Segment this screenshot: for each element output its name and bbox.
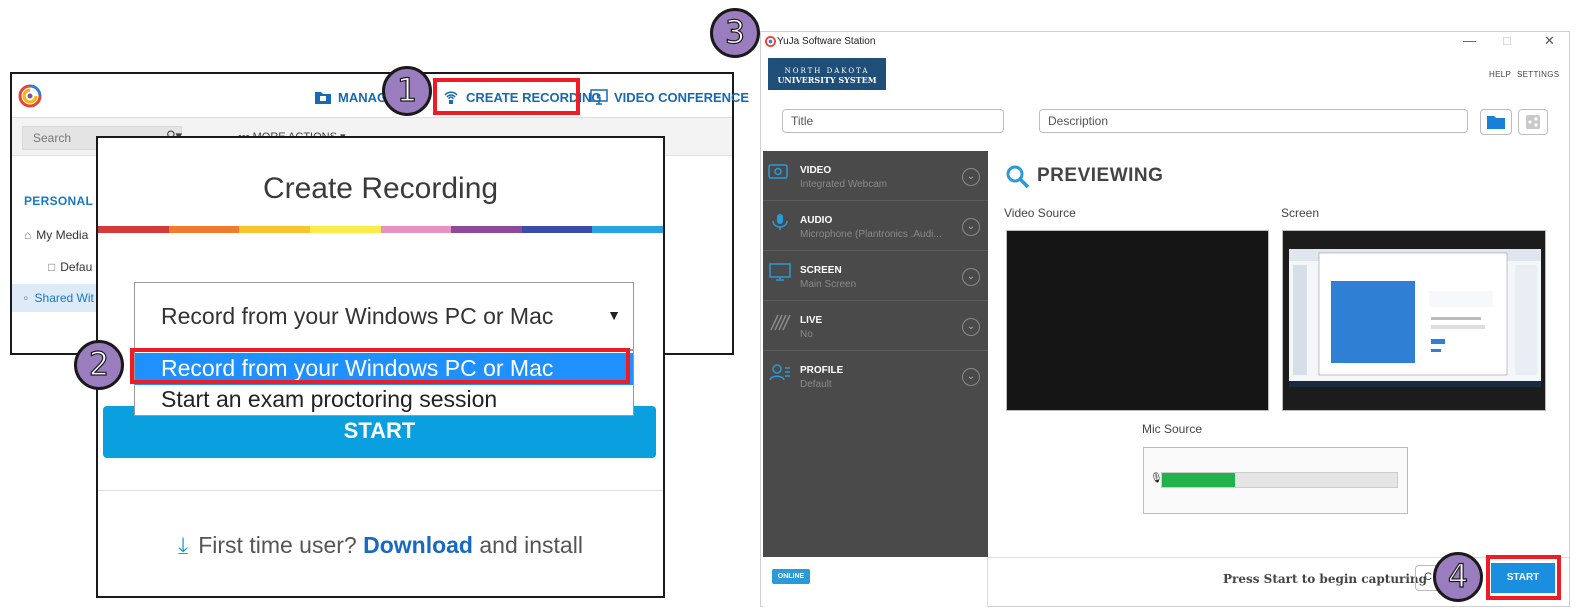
highlight-record-option [130,348,630,384]
sidebar-item-shared[interactable]: ∘ Shared Wit [12,284,102,312]
share-button[interactable] [1518,109,1548,135]
sidebar-item-label: Shared Wit [34,291,94,305]
chevron-down-icon[interactable]: ⌄ [962,218,980,236]
folder-button[interactable] [1480,109,1512,135]
nav-video-conference-label: VIDEO CONFERENCE [614,89,750,105]
video-source-label: Video Source [1004,206,1076,220]
source-sidebar: VIDEO Integrated Webcam ⌄ AUDIO Micropho… [763,151,988,557]
previewing-heading: PREVIEWING [1037,165,1164,186]
caret-down-icon: ▼ [607,307,621,323]
source-value: Default [800,379,832,390]
source-value: Main Screen [800,279,857,290]
source-value: Microphone (Plantronics .Audi... [800,229,942,240]
chevron-down-icon[interactable]: ⌄ [962,268,980,286]
video-preview [1006,230,1269,411]
source-profile[interactable]: PROFILE Default ⌄ [763,351,988,401]
step-badge-4: 4 [1433,552,1483,602]
magnifier-icon [1006,165,1030,189]
source-video[interactable]: VIDEO Integrated Webcam ⌄ [763,151,988,201]
screen-label: Screen [1281,206,1320,220]
source-screen[interactable]: SCREEN Main Screen ⌄ [763,251,988,301]
source-name: AUDIO [800,215,833,226]
chevron-down-icon[interactable]: ⌄ [962,318,980,336]
nav-manage-label: MANAG [338,89,388,105]
highlight-start-button [1486,555,1561,600]
folder-outline-icon: □ [48,260,56,274]
press-start-hint: Press Start to begin capturing [1223,572,1428,586]
download-icon: ⤓ [178,532,189,558]
source-name: SCREEN [800,265,842,276]
sidebar-item-default[interactable]: □ Defau [12,253,102,281]
source-value: No [800,329,813,340]
description-input[interactable]: Description [1039,109,1468,133]
sidebar-item-label: My Media [36,228,89,242]
webcam-icon [768,164,788,179]
rainbow-divider [98,226,663,233]
yuja-logo-icon [765,36,776,47]
recording-type-select[interactable]: Record from your Windows PC or Mac ▼ [134,282,634,350]
title-input[interactable]: Title [782,109,1004,133]
window-titlebar: YuJa Software Station — □ ✕ [761,32,1569,52]
microphone-icon [772,214,788,230]
profile-icon [769,364,790,381]
step-badge-2: 2 [74,340,124,390]
sidebar-item-label: Defau [60,260,93,274]
monitor-icon [590,89,608,105]
footer-text: First time user? [198,532,357,558]
section-title-personal: PERSONAL [24,194,94,208]
nav-video-conference[interactable]: VIDEO CONFERENCE [590,86,749,108]
mic-level-fill [1162,473,1235,487]
share-icon [1526,115,1540,129]
chevron-down-icon[interactable]: ⌄ [962,168,980,186]
window-title: YuJa Software Station [777,36,876,47]
step-badge-1: 1 [382,66,432,116]
step-badge-3: 3 [710,8,760,58]
software-station-window: YuJa Software Station — □ ✕ NORTH DAKOTA… [760,31,1570,607]
help-link[interactable]: HELP [1489,70,1511,79]
maximize-icon[interactable]: □ [1503,33,1511,48]
settings-link[interactable]: SETTINGS [1517,70,1559,79]
ndus-logo: NORTH DAKOTA UNIVERSITY SYSTEM [768,58,886,90]
home-icon: ⌂ [24,228,32,242]
download-link[interactable]: Download [363,532,473,558]
mic-source-label: Mic Source [1142,422,1203,436]
screen-thumbnail [1289,249,1541,387]
live-stream-icon [770,314,791,331]
online-status-badge: ONLINE [772,569,810,584]
footer-suffix: and install [479,532,583,558]
source-name: VIDEO [800,165,832,176]
source-value: Integrated Webcam [800,179,888,190]
modal-title: Create Recording [262,172,499,205]
source-name: PROFILE [800,365,844,376]
nav-manage[interactable]: MANAG [314,86,387,108]
modal-divider [98,490,663,491]
banner-line2: UNIVERSITY SYSTEM [777,75,877,85]
folder-icon [1487,116,1505,129]
mic-level-meter: 🎙 [1143,447,1408,514]
screen-icon [769,263,791,281]
mic-level-track [1161,472,1398,488]
sidebar-item-my-media[interactable]: ⌂ My Media [12,221,102,249]
option-exam-proctoring[interactable]: Start an exam proctoring session [135,384,633,416]
modal-footer: ⤓ First time user? Download and install [98,532,663,559]
source-live[interactable]: LIVE No ⌄ [763,301,988,351]
minimize-icon[interactable]: — [1463,33,1476,48]
top-navigation-bar: MANAG CREATE RECORDING VIDEO CONFERENCE [12,74,749,118]
folder-icon [315,92,331,104]
chevron-down-icon[interactable]: ⌄ [962,368,980,386]
source-name: LIVE [800,315,823,326]
yuja-logo-icon [18,84,42,108]
banner-line1: NORTH DAKOTA [784,67,870,75]
close-icon[interactable]: ✕ [1544,33,1555,49]
highlight-create-recording [433,78,580,115]
screen-preview [1282,230,1546,411]
share-icon: ∘ [22,291,30,305]
source-audio[interactable]: AUDIO Microphone (Plantronics .Audi... ⌄ [763,201,988,251]
select-value: Record from your Windows PC or Mac [161,303,554,329]
